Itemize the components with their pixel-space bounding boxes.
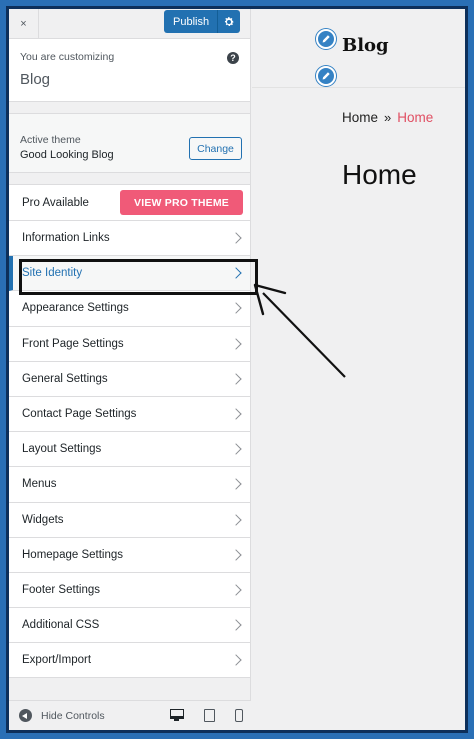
annotation-arrow-line	[262, 292, 346, 378]
annotation-arrow	[253, 283, 346, 378]
customizer-window: × Publish You are customizing Blog ? Act…	[9, 9, 465, 730]
screenshot-frame: × Publish You are customizing Blog ? Act…	[6, 6, 468, 733]
